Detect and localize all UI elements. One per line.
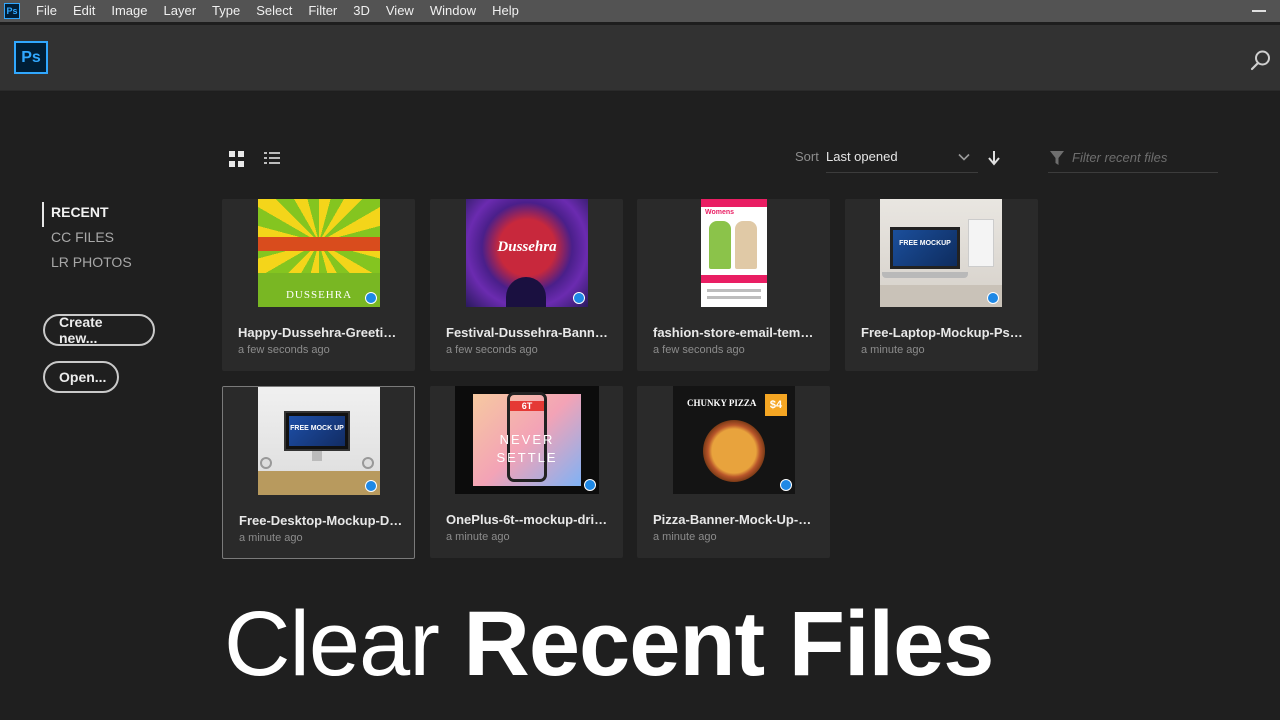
- thumbnail-text: 6T: [510, 401, 544, 411]
- watermark-badge: [365, 292, 377, 304]
- file-thumbnail: FREE MOCK UP: [258, 387, 380, 495]
- file-card[interactable]: Dussehra Festival-Dussehra-Banner-... a …: [430, 199, 623, 371]
- file-card[interactable]: FREE MOCKUP Free-Laptop-Mockup-Psd... a …: [845, 199, 1038, 371]
- sidebar-item-recent[interactable]: RECENT: [42, 202, 132, 227]
- menu-help[interactable]: Help: [484, 0, 527, 22]
- sort-descending-icon[interactable]: [987, 150, 1001, 166]
- thumbnail-text: NEVER: [499, 432, 555, 447]
- filter-recent-input[interactable]: Filter recent files: [1048, 144, 1218, 173]
- file-name: Happy-Dussehra-Greeting...: [238, 325, 403, 340]
- watermark-badge: [365, 480, 377, 492]
- file-time: a minute ago: [446, 531, 510, 543]
- watermark-badge: [780, 479, 792, 491]
- sidebar-item-lr-photos[interactable]: LR PHOTOS: [42, 252, 132, 277]
- menu-select[interactable]: Select: [248, 0, 300, 22]
- thumbnail-text: DUSSEHRA: [285, 289, 353, 301]
- file-thumbnail: FREE MOCKUP: [880, 199, 1002, 307]
- thumbnail-text: CHUNKY PIZZA: [687, 398, 757, 408]
- thumbnail-text: FREE MOCK UP: [290, 425, 344, 432]
- file-thumbnail: Dussehra: [466, 199, 588, 307]
- menu-file[interactable]: File: [28, 0, 65, 22]
- overlay-caption: Clear Recent Files: [224, 592, 994, 697]
- file-time: a minute ago: [239, 532, 303, 544]
- app-header: Ps: [0, 25, 1280, 91]
- open-button[interactable]: Open...: [43, 361, 119, 393]
- file-thumbnail: CHUNKY PIZZA $4: [673, 386, 795, 494]
- file-name: Free-Laptop-Mockup-Psd...: [861, 325, 1026, 340]
- thumbnail-text: Dussehra: [497, 239, 557, 255]
- watermark-badge: [584, 479, 596, 491]
- file-time: a few seconds ago: [653, 344, 745, 356]
- file-name: Pizza-Banner-Mock-Up-De...: [653, 512, 818, 527]
- chevron-down-icon: [958, 153, 970, 161]
- file-time: a minute ago: [653, 531, 717, 543]
- sort-value: Last opened: [826, 149, 898, 164]
- file-name: fashion-store-email-templ...: [653, 325, 818, 340]
- thumbnail-text: FREE MOCKUP: [899, 240, 951, 247]
- file-card[interactable]: 6T NEVER SETTLE OnePlus-6t--mockup-drib.…: [430, 386, 623, 558]
- minimize-icon[interactable]: [1252, 10, 1266, 12]
- file-name: OnePlus-6t--mockup-drib...: [446, 512, 611, 527]
- window-controls: [1252, 0, 1266, 22]
- file-time: a few seconds ago: [238, 344, 330, 356]
- grid-view-icon[interactable]: [229, 151, 245, 167]
- thumbnail-text: SETTLE: [496, 450, 558, 465]
- sort-label: Sort: [795, 149, 819, 164]
- watermark-badge: [573, 292, 585, 304]
- caption-light: Clear: [224, 593, 464, 695]
- thumbnail-text: Womens: [705, 209, 735, 216]
- price-tag: $4: [765, 394, 787, 416]
- menu-bar: Ps File Edit Image Layer Type Select Fil…: [0, 0, 1280, 22]
- menu-edit[interactable]: Edit: [65, 0, 103, 22]
- file-thumbnail: 6T NEVER SETTLE: [455, 386, 599, 494]
- menu-view[interactable]: View: [378, 0, 422, 22]
- sidebar-item-cc-files[interactable]: CC FILES: [42, 227, 132, 252]
- list-view-icon[interactable]: [264, 152, 280, 166]
- photoshop-app-icon: Ps: [4, 3, 20, 19]
- sidebar-nav: RECENT CC FILES LR PHOTOS: [42, 202, 132, 277]
- file-name: Festival-Dussehra-Banner-...: [446, 325, 611, 340]
- create-new-button[interactable]: Create new...: [43, 314, 155, 346]
- menu-filter[interactable]: Filter: [300, 0, 345, 22]
- file-name: Free-Desktop-Mockup-De...: [239, 513, 404, 528]
- menu-type[interactable]: Type: [204, 0, 248, 22]
- file-time: a few seconds ago: [446, 344, 538, 356]
- search-icon[interactable]: [1250, 49, 1272, 71]
- filter-placeholder: Filter recent files: [1072, 150, 1168, 165]
- filter-icon: [1050, 151, 1064, 165]
- menu-3d[interactable]: 3D: [345, 0, 378, 22]
- file-thumbnail: DUSSEHRA: [258, 199, 380, 307]
- watermark-badge: [987, 292, 999, 304]
- file-card[interactable]: FREE MOCK UP Free-Desktop-Mockup-De... a…: [222, 386, 415, 559]
- sort-dropdown[interactable]: Last opened: [826, 144, 978, 173]
- file-card[interactable]: CHUNKY PIZZA $4 Pizza-Banner-Mock-Up-De.…: [637, 386, 830, 558]
- menu-image[interactable]: Image: [103, 0, 155, 22]
- file-time: a minute ago: [861, 344, 925, 356]
- caption-bold: Recent Files: [463, 593, 994, 695]
- photoshop-logo[interactable]: Ps: [14, 41, 48, 74]
- file-thumbnail: Womens: [701, 199, 767, 307]
- file-card[interactable]: Womens fashion-store-email-templ... a fe…: [637, 199, 830, 371]
- menu-layer[interactable]: Layer: [156, 0, 205, 22]
- menu-window[interactable]: Window: [422, 0, 484, 22]
- file-card[interactable]: DUSSEHRA Happy-Dussehra-Greeting... a fe…: [222, 199, 415, 371]
